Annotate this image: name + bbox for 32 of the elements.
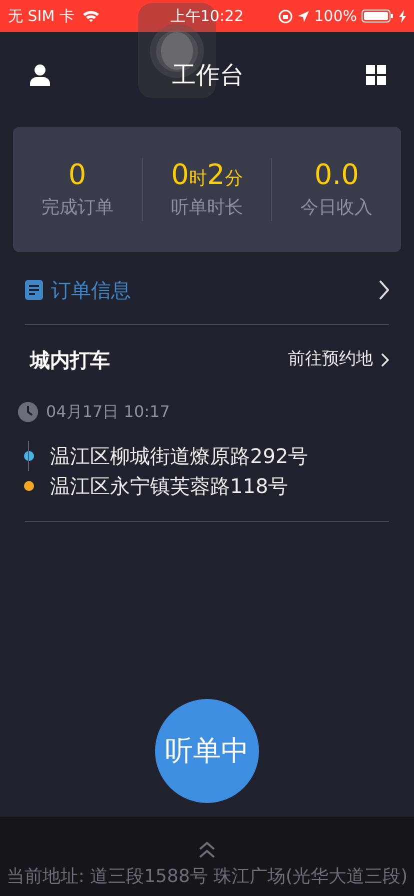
stat-value: 0时2分 [170,158,244,192]
chevron-right-icon[interactable] [379,280,389,300]
stop-address: 温江区柳城街道燎原路292号 [50,443,308,470]
listening-button[interactable]: 听单中 [155,699,259,803]
document-icon [25,280,43,300]
navigate-button[interactable]: 前往预约地 [288,347,389,373]
location-arrow-icon [297,10,310,22]
person-icon [30,64,50,86]
chevron-right-icon [381,353,389,367]
stat-value: 0.0 [313,158,360,192]
rotation-lock-icon [278,8,294,24]
double-chevron-up-icon[interactable] [198,841,216,859]
clock-icon [18,402,38,422]
battery-text: 100% [314,6,358,27]
grid-icon [366,65,386,85]
current-address-text: 当前地址: 道三段1588号 珠江广场(光华大道三段) [6,865,408,889]
page-title: 工作台 [172,60,244,91]
profile-button[interactable] [30,64,50,86]
stat-label: 今日收入 [300,196,374,220]
stat-value: 0 [67,158,88,192]
clock-text: 上午10:22 [170,6,244,27]
order-time-text: 04月17日 10:17 [46,401,170,423]
carrier-text: 无 SIM 卡 [8,6,74,27]
order-type-text: 城内打车 [30,347,110,374]
wifi-icon [82,9,100,23]
stat-label: 听单时长 [170,196,244,220]
grid-menu-button[interactable] [366,65,386,85]
battery-icon [361,9,396,23]
stop-address: 温江区永宁镇芙蓉路118号 [50,473,288,500]
order-info-link[interactable]: 订单信息 [51,275,131,305]
stat-label: 完成订单 [40,196,114,220]
charging-icon [399,10,406,22]
